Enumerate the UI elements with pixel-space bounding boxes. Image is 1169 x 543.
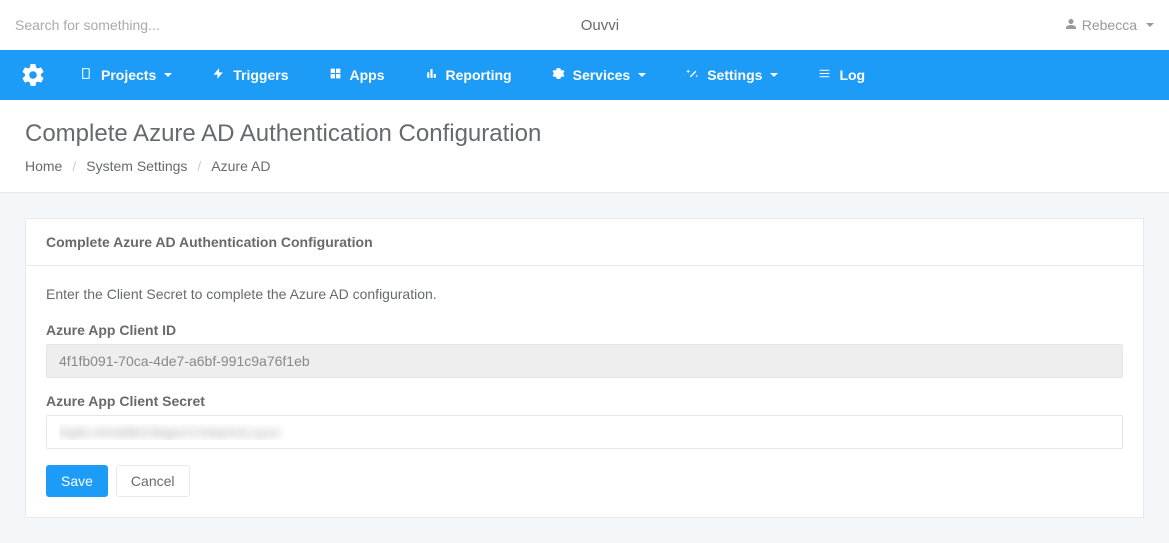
app-logo[interactable] (10, 62, 56, 88)
nav-label: Apps (350, 67, 385, 83)
nav-projects[interactable]: Projects (64, 50, 188, 100)
nav-label: Reporting (446, 67, 512, 83)
content-area: Complete Azure AD Authentication Configu… (0, 193, 1169, 543)
nav-label: Log (839, 67, 865, 83)
page-title: Complete Azure AD Authentication Configu… (25, 120, 1144, 148)
caret-down-icon (638, 73, 646, 77)
panel-heading: Complete Azure AD Authentication Configu… (26, 219, 1143, 266)
gear-icon (552, 67, 565, 83)
user-name: Rebecca (1082, 17, 1137, 33)
client-id-label: Azure App Client ID (46, 322, 1123, 338)
nav-label: Services (573, 67, 631, 83)
nav-reporting[interactable]: Reporting (409, 50, 528, 100)
panel-body: Enter the Client Secret to complete the … (26, 266, 1143, 517)
nav-apps[interactable]: Apps (313, 50, 401, 100)
bolt-icon (212, 67, 225, 83)
breadcrumb: Home / System Settings / Azure AD (25, 158, 1144, 174)
nav-settings[interactable]: Settings (670, 50, 794, 100)
nav-log[interactable]: Log (802, 50, 881, 100)
client-secret-field[interactable] (46, 415, 1123, 449)
config-panel: Complete Azure AD Authentication Configu… (25, 218, 1144, 518)
nav-triggers[interactable]: Triggers (196, 50, 304, 100)
user-icon (1065, 17, 1077, 33)
list-icon (818, 67, 831, 83)
breadcrumb-home[interactable]: Home (25, 158, 62, 174)
top-bar: Ouvvi Rebecca (0, 0, 1169, 50)
breadcrumb-sep: / (72, 158, 76, 174)
brand-title: Ouvvi (135, 17, 1065, 34)
breadcrumb-settings[interactable]: System Settings (86, 158, 187, 174)
save-button[interactable]: Save (46, 465, 108, 497)
button-row: Save Cancel (46, 465, 1123, 497)
nav-label: Projects (101, 67, 156, 83)
breadcrumb-sep: / (197, 158, 201, 174)
client-id-group: Azure App Client ID (46, 322, 1123, 378)
caret-down-icon (770, 73, 778, 77)
client-id-field (46, 344, 1123, 378)
nav-services[interactable]: Services (536, 50, 663, 100)
user-menu[interactable]: Rebecca (1065, 17, 1154, 33)
client-secret-label: Azure App Client Secret (46, 393, 1123, 409)
breadcrumb-current: Azure AD (211, 158, 270, 174)
client-secret-group: Azure App Client Secret (46, 393, 1123, 449)
caret-down-icon (164, 73, 172, 77)
wand-icon (686, 67, 699, 83)
main-nav: Projects Triggers Apps Reporting Service… (0, 50, 1169, 100)
page-header: Complete Azure AD Authentication Configu… (0, 100, 1169, 193)
caret-down-icon (1146, 23, 1154, 27)
cancel-button[interactable]: Cancel (116, 465, 190, 497)
grid-icon (329, 67, 342, 83)
nav-label: Settings (707, 67, 762, 83)
book-icon (80, 67, 93, 83)
help-text: Enter the Client Secret to complete the … (46, 286, 1123, 302)
nav-label: Triggers (233, 67, 288, 83)
chart-icon (425, 67, 438, 83)
